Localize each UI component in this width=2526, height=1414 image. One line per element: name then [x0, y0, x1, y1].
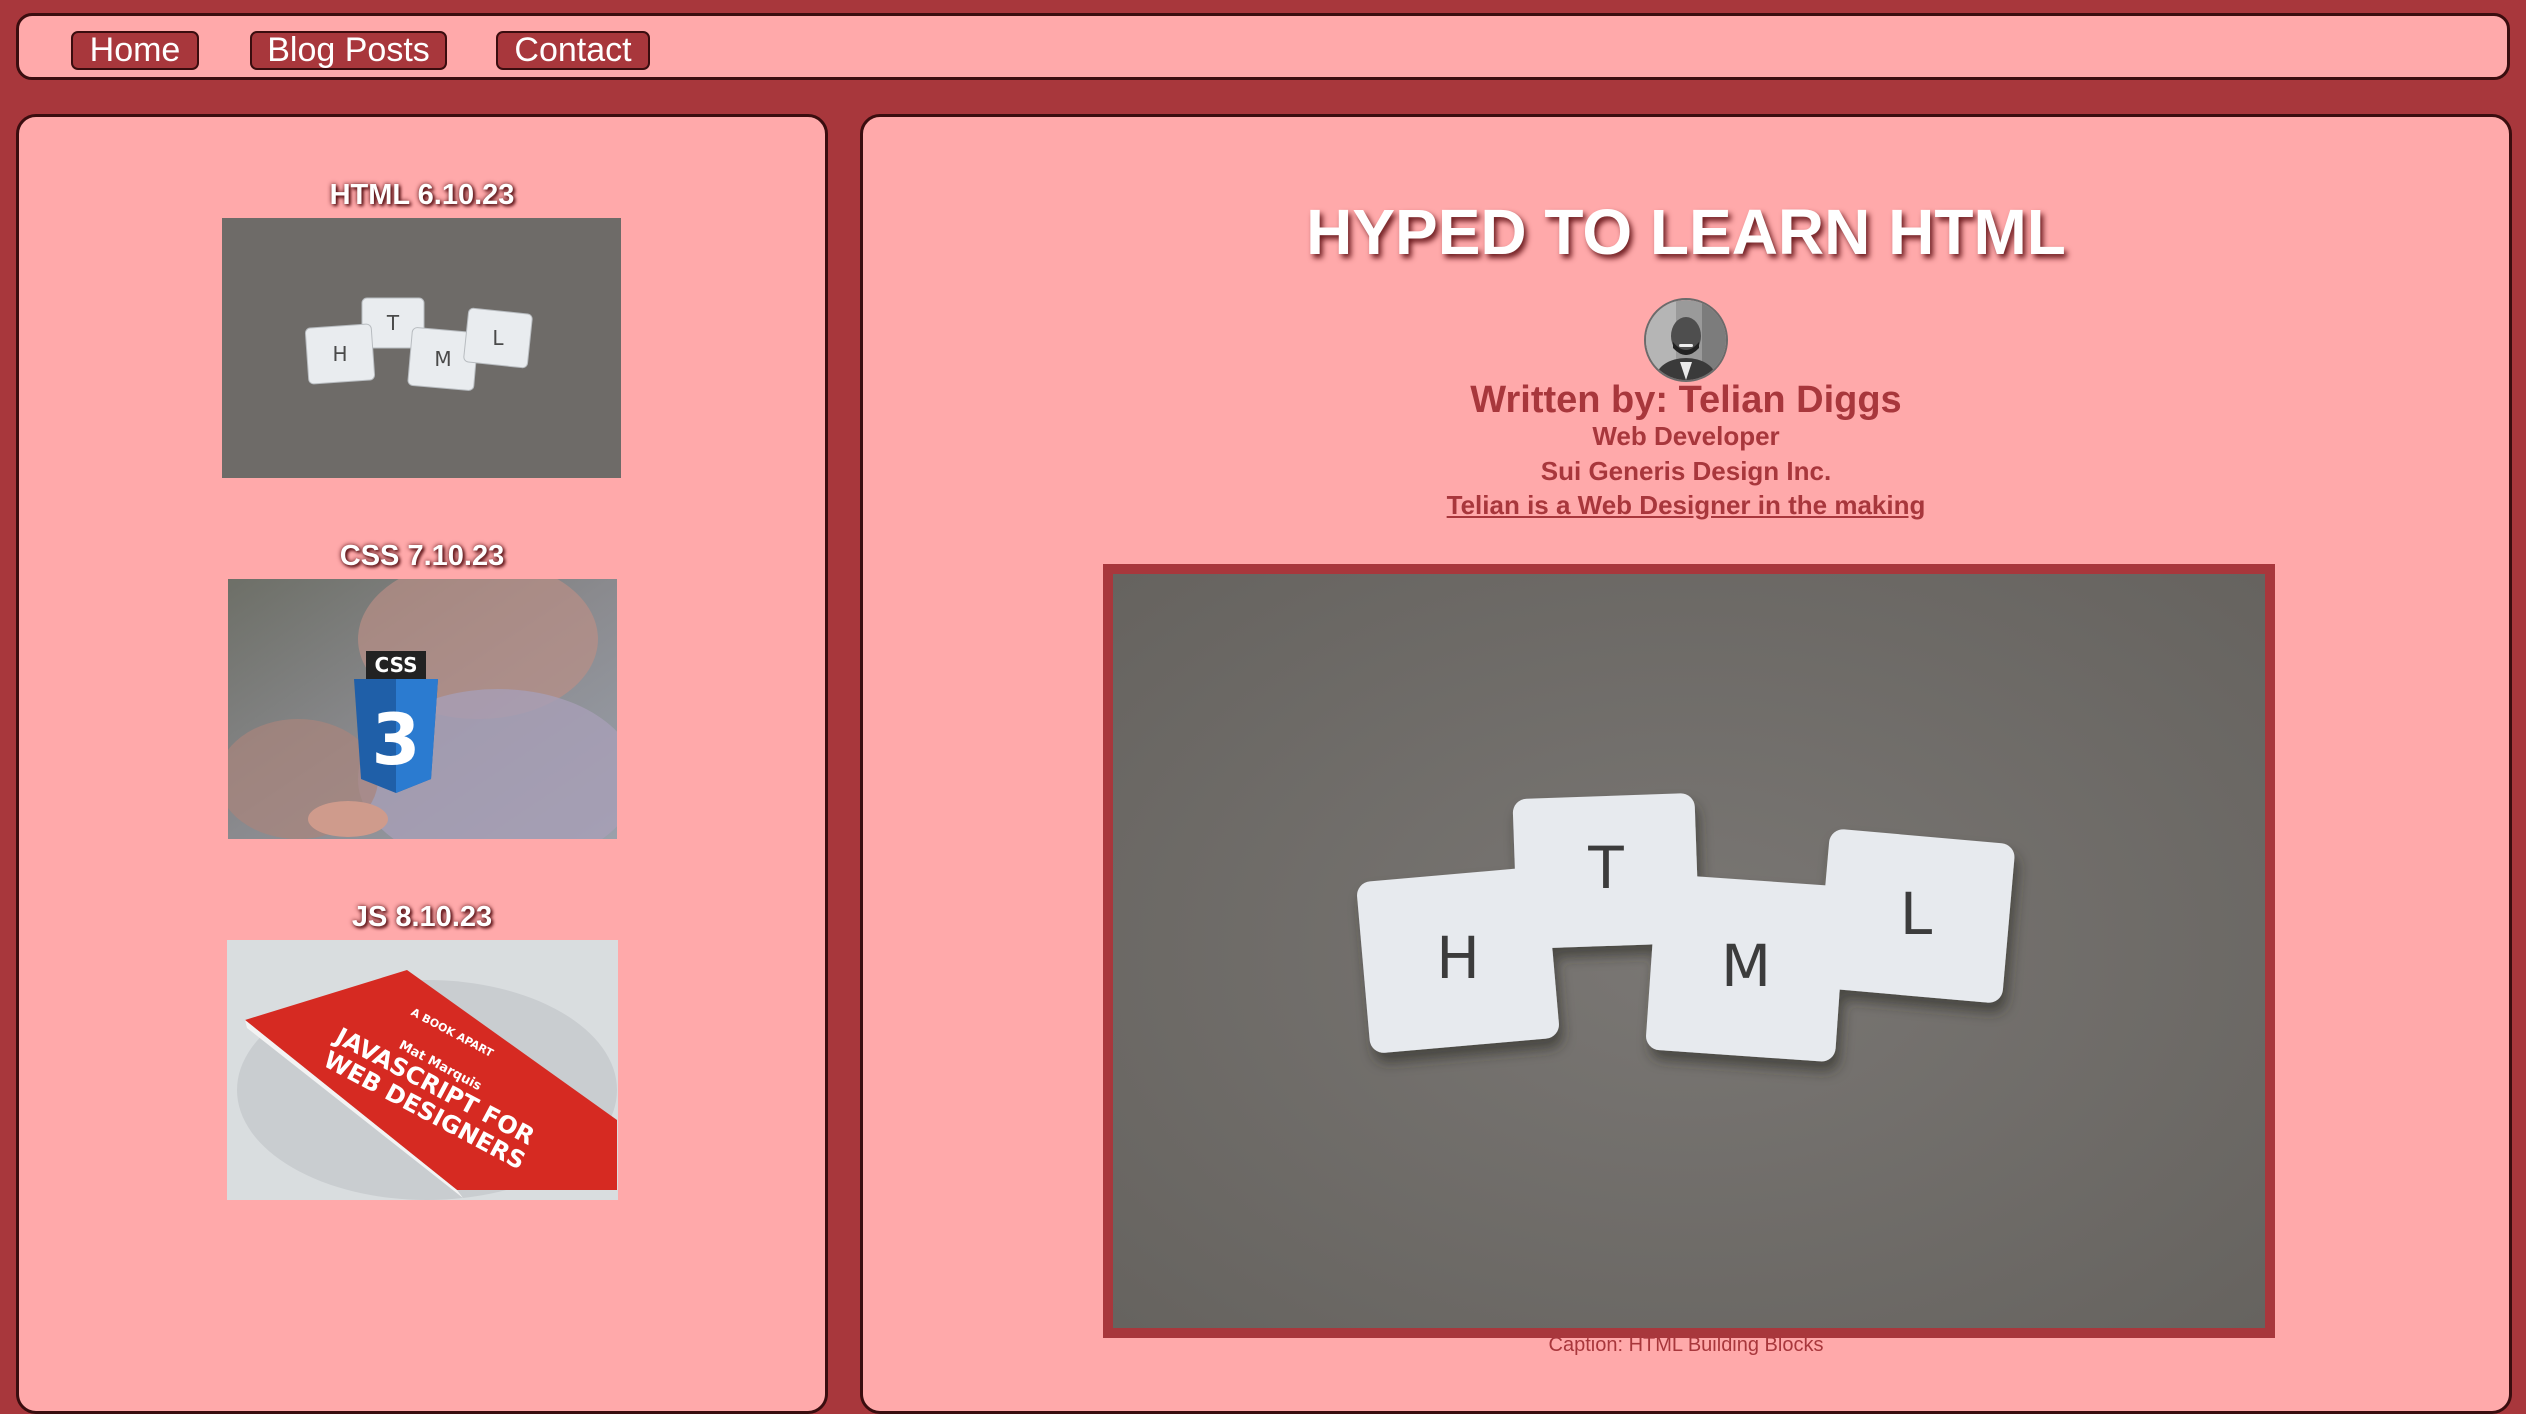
- author-avatar: [1644, 298, 1728, 382]
- author-name: Written by: Telian Diggs: [1470, 379, 1902, 421]
- author-bio-link[interactable]: Telian is a Web Designer in the making: [863, 490, 2509, 521]
- sidebar-post-title-js[interactable]: JS 8.10.23: [19, 901, 825, 934]
- sidebar-post-title-html[interactable]: HTML 6.10.23: [19, 179, 825, 212]
- sidebar-post-image-js[interactable]: A BOOK APART Mat Marquis JAVASCRIPT FOR …: [227, 940, 618, 1200]
- sidebar-post-image-html[interactable]: T H M L: [222, 218, 621, 478]
- sidebar-post-image-css[interactable]: CSS 3: [228, 579, 617, 839]
- hero-image-caption: Caption: HTML Building Blocks: [1548, 1334, 1824, 1356]
- author-role: Web Developer: [1592, 421, 1780, 451]
- article-headline: HYPED TO LEARN HTML: [1306, 196, 2066, 268]
- nav-home-button[interactable]: Home: [71, 31, 199, 70]
- author-company: Sui Generis Design Inc.: [1540, 456, 1832, 486]
- hero-tile-letter-l: L: [1900, 880, 1932, 948]
- sidebar-recent-posts: HTML 6.10.23 T H M L CSS 7.10.23 CSS 3 J…: [16, 114, 828, 1414]
- top-navbar: Home Blog Posts Contact: [16, 13, 2510, 80]
- nav-blog-posts-button[interactable]: Blog Posts: [250, 31, 447, 70]
- tile-letter-l: L: [492, 326, 504, 350]
- article-panel: HYPED TO LEARN HTML Written by: Telian D…: [860, 114, 2512, 1414]
- hero-tile-letter-h: H: [1436, 924, 1480, 992]
- hero-tile-letter-t: T: [1587, 834, 1624, 902]
- tile-letter-t: T: [386, 311, 400, 335]
- hero-tile-letter-m: M: [1721, 932, 1771, 1000]
- tile-letter-m: M: [434, 347, 451, 371]
- nav-contact-button[interactable]: Contact: [496, 31, 650, 70]
- article-hero-image: T H M L: [1103, 564, 2275, 1338]
- sidebar-post-title-css[interactable]: CSS 7.10.23: [19, 540, 825, 573]
- tile-letter-h: H: [332, 342, 347, 366]
- css3-number: 3: [372, 699, 421, 781]
- css-logo-text: CSS: [375, 653, 418, 677]
